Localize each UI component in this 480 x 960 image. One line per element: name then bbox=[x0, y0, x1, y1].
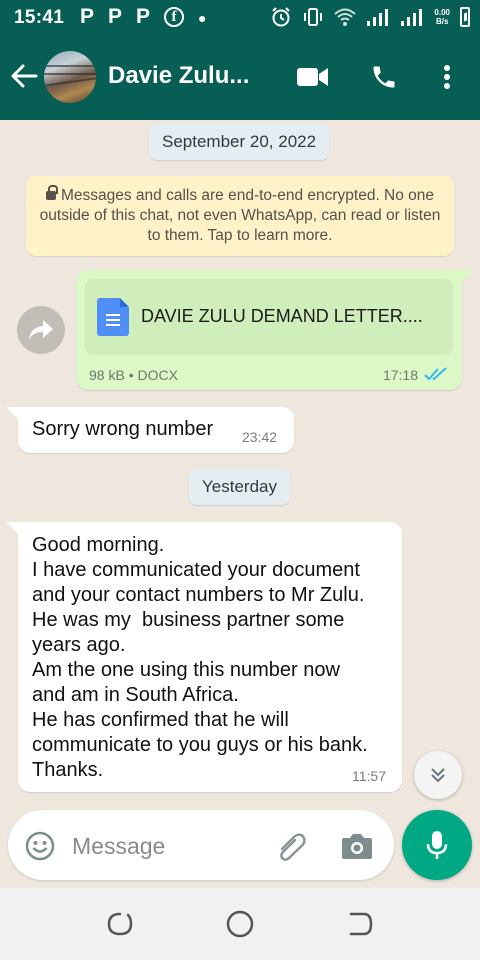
message-text: Good morning. I have communicated your d… bbox=[32, 534, 368, 781]
status-right: 0.00 B/s bbox=[270, 6, 470, 28]
double-check-read-icon bbox=[424, 367, 447, 381]
document-attachment[interactable]: DAVIE ZULU DEMAND LETTER.... bbox=[85, 279, 453, 355]
document-meta: 98 kB • DOCX bbox=[89, 367, 178, 383]
back-arrow-icon[interactable] bbox=[10, 62, 38, 90]
chat-header: Davie Zulu... bbox=[0, 36, 480, 120]
emoji-icon[interactable] bbox=[24, 830, 56, 862]
net-speed: 0.00 B/s bbox=[434, 8, 450, 26]
chat-area[interactable]: September 20, 2022 Messages and calls ar… bbox=[0, 120, 480, 888]
notification-icons: P P P f ● bbox=[80, 5, 207, 31]
forward-arrow-icon bbox=[29, 320, 53, 340]
top-bar: 15:41 P P P f ● 0.00 B/s Davie Zulu... bbox=[0, 0, 480, 120]
wifi-icon bbox=[334, 8, 357, 26]
scroll-to-bottom-button[interactable] bbox=[414, 751, 462, 799]
video-call-button[interactable] bbox=[296, 60, 330, 94]
battery-charging-icon bbox=[460, 7, 470, 27]
phone-icon bbox=[373, 66, 395, 88]
document-name: DAVIE ZULU DEMAND LETTER.... bbox=[141, 306, 423, 326]
message-time: 17:18 bbox=[382, 367, 418, 383]
forward-button[interactable] bbox=[17, 306, 65, 354]
facebook-icon: f bbox=[164, 7, 185, 27]
double-chevron-down-icon bbox=[431, 768, 445, 783]
encryption-notice-text: Messages and calls are end-to-end encryp… bbox=[39, 187, 441, 244]
message-text: Sorry wrong number bbox=[32, 418, 214, 440]
notification-p-icon: P bbox=[136, 5, 151, 28]
message-time: 23:42 bbox=[242, 429, 278, 445]
home-icon[interactable] bbox=[224, 908, 256, 940]
notification-p-icon: P bbox=[80, 5, 95, 28]
more-notifications-dot-icon: ● bbox=[198, 10, 207, 26]
avatar[interactable] bbox=[44, 51, 96, 103]
date-separator: Yesterday bbox=[189, 469, 290, 505]
signal-icon bbox=[367, 9, 389, 26]
outgoing-message-bubble[interactable]: DAVIE ZULU DEMAND LETTER.... 98 kB • DOC… bbox=[76, 270, 474, 390]
camera-icon[interactable] bbox=[340, 831, 374, 861]
message-composer bbox=[8, 810, 394, 880]
back-nav-icon[interactable] bbox=[344, 908, 376, 940]
date-separator: September 20, 2022 bbox=[149, 124, 330, 160]
signal-icon bbox=[401, 9, 423, 26]
vibrate-icon bbox=[304, 8, 323, 26]
video-camera-icon bbox=[297, 68, 328, 86]
more-options-button[interactable] bbox=[430, 60, 464, 94]
notification-p-icon: P bbox=[108, 5, 123, 28]
voice-record-button[interactable] bbox=[402, 810, 472, 880]
alarm-icon bbox=[272, 7, 291, 27]
voice-call-button[interactable] bbox=[367, 60, 401, 94]
incoming-message-bubble[interactable]: Good morning. I have communicated your d… bbox=[6, 522, 402, 792]
encryption-notice[interactable]: Messages and calls are end-to-end encryp… bbox=[26, 176, 454, 256]
contact-name[interactable]: Davie Zulu... bbox=[108, 62, 249, 90]
message-time: 11:57 bbox=[352, 768, 386, 784]
incoming-message-bubble[interactable]: Sorry wrong number 23:42 bbox=[6, 407, 294, 453]
message-input[interactable] bbox=[72, 830, 268, 862]
status-time: 15:41 bbox=[14, 7, 65, 28]
kebab-menu-icon bbox=[444, 65, 450, 89]
system-nav-bar bbox=[0, 888, 480, 960]
microphone-icon bbox=[426, 831, 448, 859]
paperclip-icon[interactable] bbox=[274, 829, 310, 863]
status-bar: 15:41 P P P f ● 0.00 B/s bbox=[0, 0, 480, 36]
recent-apps-icon[interactable] bbox=[104, 908, 136, 940]
document-file-icon bbox=[97, 298, 129, 336]
lock-icon bbox=[45, 185, 58, 200]
